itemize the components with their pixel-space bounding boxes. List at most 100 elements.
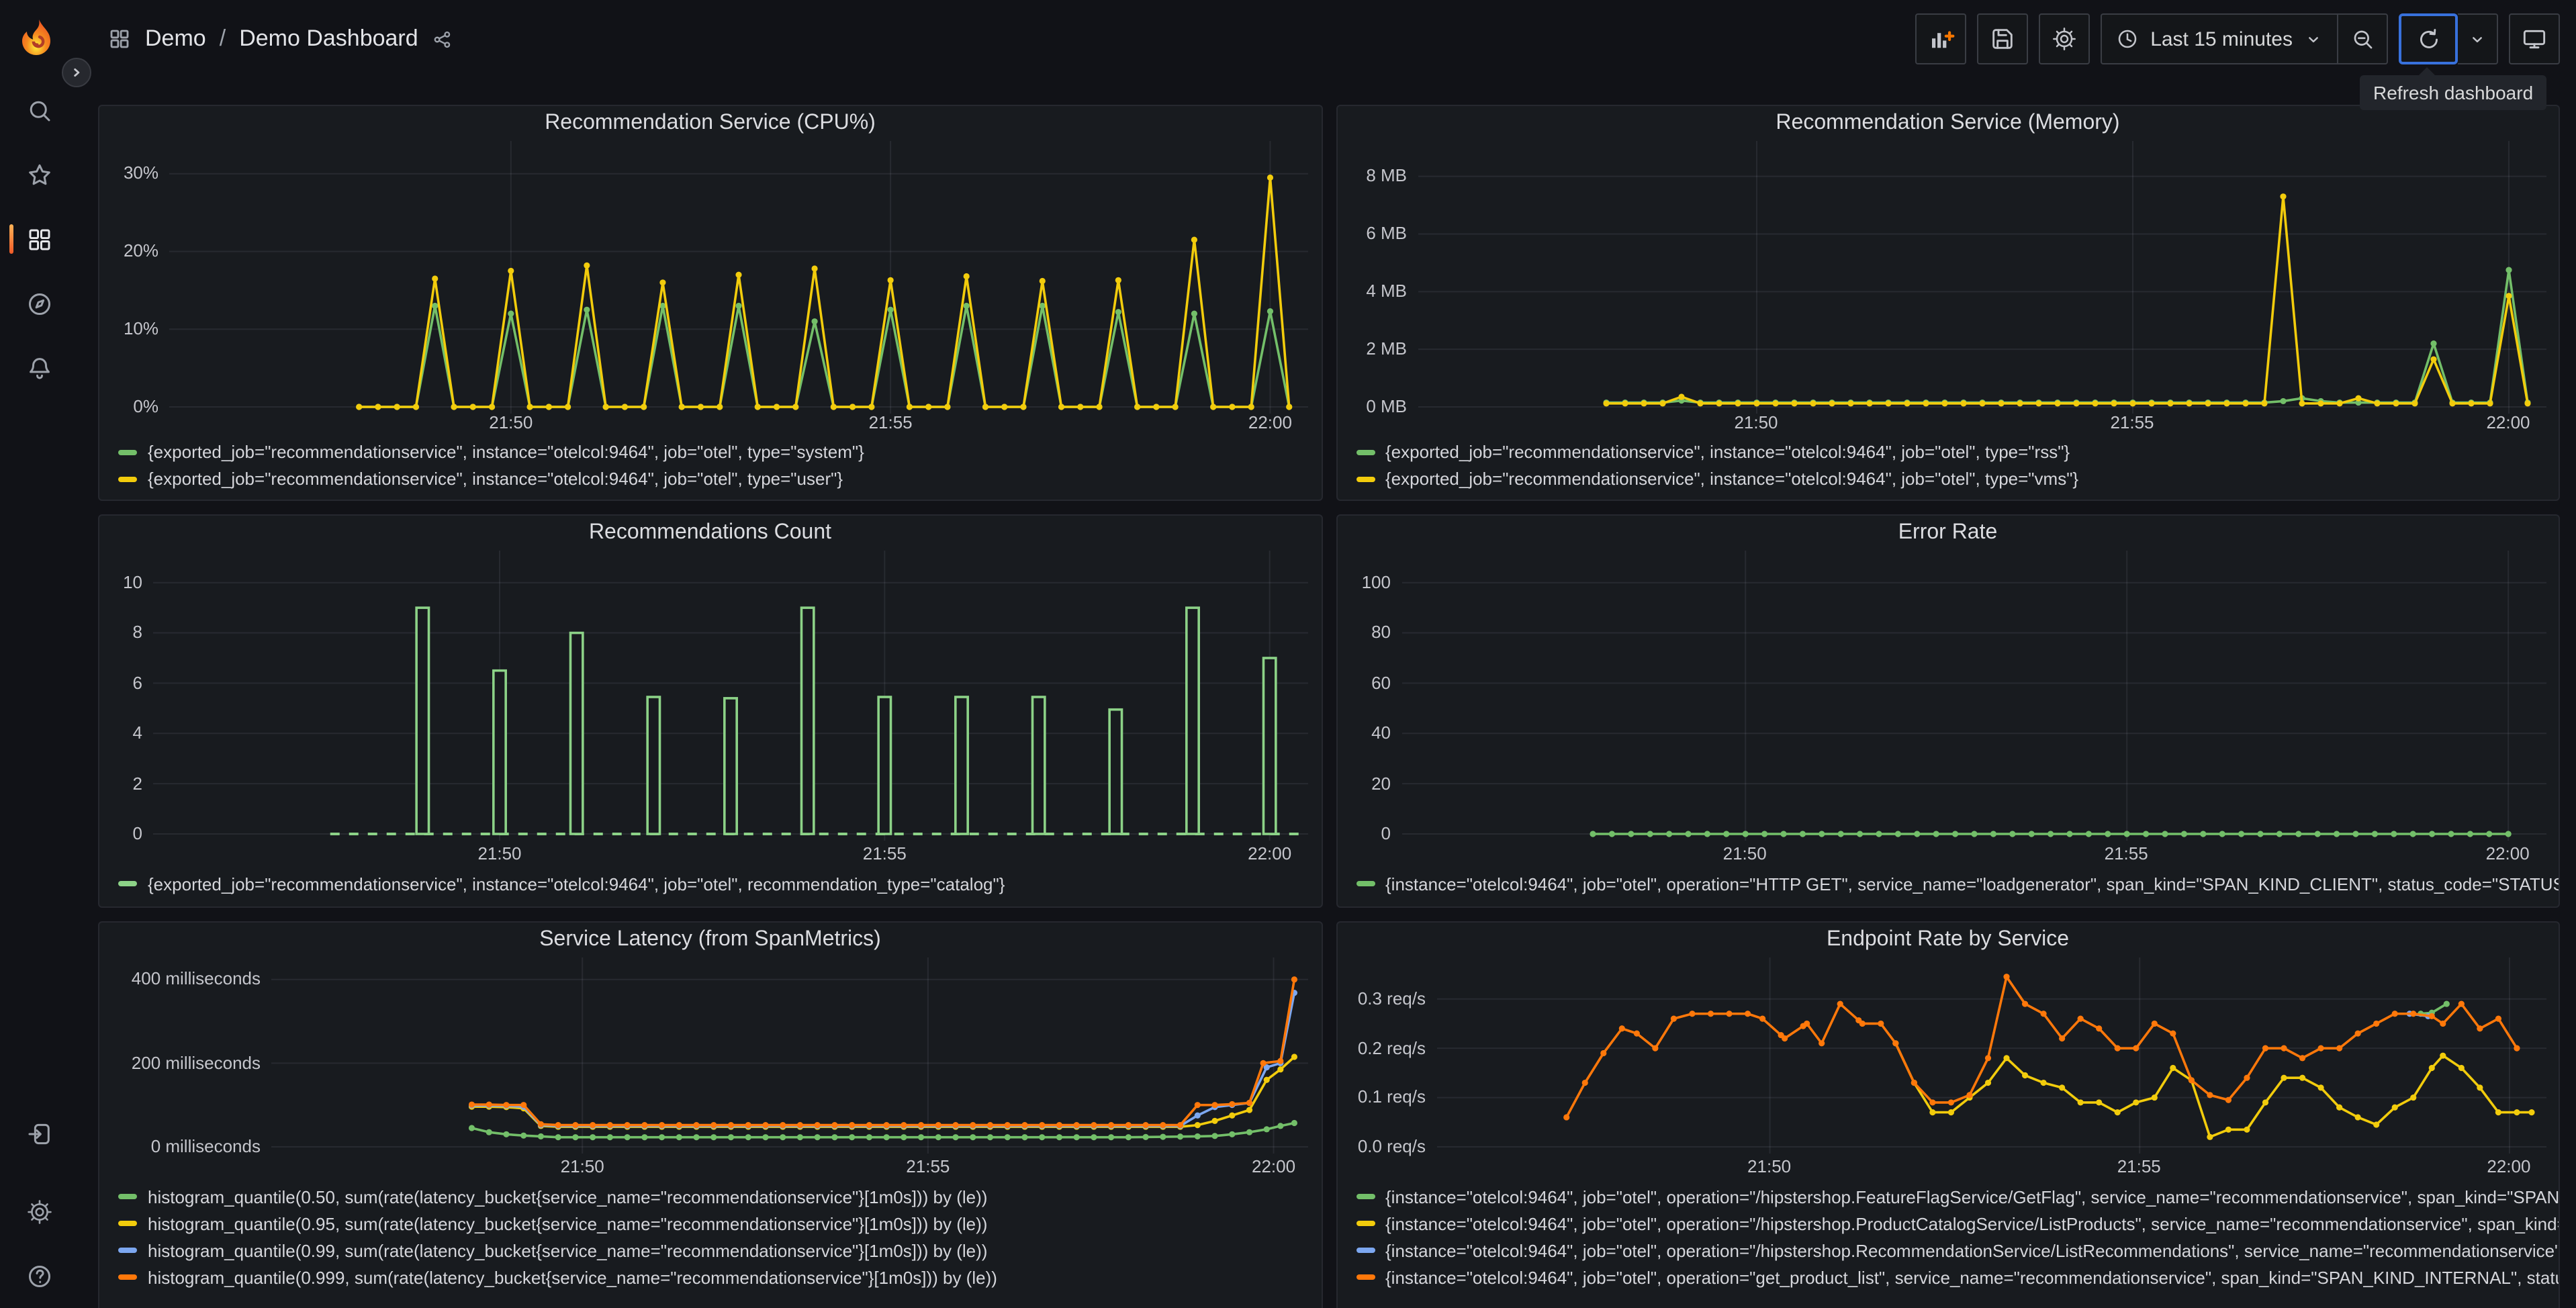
chart-plot[interactable] (271, 957, 1308, 1154)
legend-swatch (1356, 1274, 1375, 1280)
y-axis: 0% 10% 20% 30% (113, 140, 169, 416)
zoom-out-button[interactable] (2337, 13, 2388, 64)
x-axis: 21:50 21:55 22:00 (1436, 1154, 2559, 1178)
legend-label: {exported_job="recommendationservice", i… (148, 469, 843, 489)
legend-item[interactable]: {exported_job="recommendationservice", i… (1356, 465, 2550, 492)
y-tick-label: 0.1 req/s (1357, 1086, 1426, 1107)
breadcrumb-folder[interactable]: Demo (145, 26, 206, 52)
y-tick-label: 0.3 req/s (1357, 988, 1426, 1009)
save-dashboard-button[interactable] (1977, 13, 2029, 64)
panel-title[interactable]: Error Rate (1337, 516, 2559, 551)
dashboard-settings-button[interactable] (2039, 13, 2090, 64)
x-axis: 21:50 21:55 22:00 (1401, 841, 2559, 865)
chart-plot[interactable] (1418, 140, 2546, 414)
sidebar-item-help[interactable] (0, 1244, 78, 1308)
x-axis: 21:50 21:55 22:00 (169, 410, 1321, 434)
y-tick-label: 0% (133, 395, 158, 416)
sidebar-item-sign-in[interactable] (0, 1101, 78, 1166)
help-icon (28, 1264, 50, 1287)
chart-plot[interactable] (1401, 551, 2546, 841)
legend-item[interactable]: {instance="otelcol:9464", job="otel", op… (1356, 1183, 2559, 1210)
sidebar-item-explore[interactable] (0, 271, 78, 336)
panel-title[interactable]: Endpoint Rate by Service (1337, 923, 2559, 957)
x-tick-label: 22:00 (1251, 1156, 1296, 1176)
legend-item[interactable]: {exported_job="recommendationservice", i… (118, 438, 1313, 465)
sign-in-icon (28, 1123, 49, 1144)
sidebar-item-dashboards[interactable] (0, 207, 78, 271)
legend-item[interactable]: {instance="otelcol:9464", job="otel", op… (1356, 1264, 2559, 1291)
legend-item[interactable]: {exported_job="recommendationservice", i… (118, 465, 1313, 492)
panel-recommendation-service-cpu: Recommendation Service (CPU%) 0% 10% 20% 30… (98, 105, 1322, 501)
add-panel-button[interactable] (1915, 13, 1967, 64)
time-range-label: Last 15 minutes (2150, 28, 2293, 50)
y-tick-label: 4 (132, 722, 142, 743)
y-axis: 0 20 40 60 80 100 (1350, 551, 1401, 843)
x-tick-label: 21:55 (2110, 412, 2154, 432)
refresh-interval-dropdown[interactable] (2458, 13, 2498, 64)
sidebar-expand-button[interactable] (62, 58, 91, 87)
legend-label: {exported_job="recommendationservice", i… (1385, 442, 2070, 463)
active-indicator (9, 224, 13, 254)
panel-title[interactable]: Recommendations Count (99, 516, 1321, 551)
legend: {exported_job="recommendationservice", i… (99, 865, 1321, 905)
legend-label: {exported_job="recommendationservice", i… (1385, 469, 2079, 489)
chart-plot[interactable] (1436, 957, 2546, 1154)
y-tick-label: 20 (1371, 773, 1391, 794)
x-tick-label: 22:00 (2485, 843, 2530, 863)
legend-swatch (118, 1248, 137, 1253)
legend-item[interactable]: {instance="otelcol:9464", job="otel", op… (1356, 870, 2559, 897)
caret-down-icon (2473, 36, 2482, 42)
panel-endpoint-rate-by-service: Endpoint Rate by Service 0.0 req/s 0.1 re… (1336, 921, 2560, 1308)
legend-item[interactable]: {instance="otelcol:9464", job="otel", op… (1356, 1210, 2559, 1237)
legend-item[interactable]: histogram_quantile(0.999, sum(rate(laten… (118, 1264, 1313, 1291)
sidebar-item-alerting[interactable] (0, 336, 78, 400)
breadcrumb-separator: / (219, 26, 226, 51)
legend-item[interactable]: {exported_job="recommendationservice", i… (1356, 438, 2550, 465)
y-tick-label: 0.0 req/s (1357, 1136, 1426, 1156)
breadcrumb-dashboard[interactable]: Demo Dashboard (239, 26, 418, 52)
y-tick-label: 0 milliseconds (150, 1136, 261, 1156)
panel-title[interactable]: Recommendation Service (CPU%) (99, 106, 1321, 140)
time-range-picker[interactable]: Last 15 minutes (2101, 13, 2337, 64)
x-tick-label: 21:50 (477, 843, 522, 863)
y-tick-label: 0 (132, 823, 142, 843)
chart-plot[interactable] (169, 140, 1308, 414)
y-tick-label: 2 MB (1366, 338, 1407, 359)
sidebar (0, 0, 78, 1308)
x-tick-label: 21:50 (1747, 1156, 1792, 1176)
legend-item[interactable]: {instance="otelcol:9464", job="otel", op… (1356, 1237, 2559, 1264)
legend: histogram_quantile(0.50, sum(rate(latenc… (99, 1178, 1321, 1299)
dashboard-grid: Recommendation Service (CPU%) 0% 10% 20% 30… (78, 78, 2576, 1308)
sidebar-item-configuration[interactable] (0, 1179, 78, 1244)
search-icon (29, 100, 50, 121)
legend-item[interactable]: histogram_quantile(0.99, sum(rate(latenc… (118, 1237, 1313, 1264)
legend-swatch (1356, 881, 1375, 886)
panel-title[interactable]: Service Latency (from SpanMetrics) (99, 923, 1321, 957)
legend-label: {instance="otelcol:9464", job="otel", op… (1385, 1186, 2559, 1207)
sidebar-item-starred[interactable] (0, 142, 78, 207)
save-icon (1992, 29, 2013, 49)
clock-icon (2118, 30, 2137, 48)
refresh-dashboard-button[interactable] (2399, 13, 2458, 64)
y-tick-label: 30% (123, 162, 158, 183)
share-icon[interactable] (432, 28, 455, 50)
legend-item[interactable]: histogram_quantile(0.50, sum(rate(latenc… (118, 1183, 1313, 1210)
y-tick-label: 10% (123, 318, 158, 338)
y-tick-label: 100 (1361, 571, 1391, 592)
cycle-view-mode-button[interactable] (2509, 13, 2560, 64)
legend-item[interactable]: histogram_quantile(0.95, sum(rate(latenc… (118, 1210, 1313, 1237)
panel-title[interactable]: Recommendation Service (Memory) (1337, 106, 2559, 140)
breadcrumb: Demo / Demo Dashboard (107, 26, 455, 52)
chart-canvas (169, 140, 1308, 414)
y-tick-label: 80 (1371, 622, 1391, 643)
legend-item[interactable]: {exported_job="recommendationservice", i… (118, 870, 1313, 897)
legend-label: {instance="otelcol:9464", job="otel", op… (1385, 1267, 2559, 1287)
chart-plot[interactable] (153, 551, 1308, 841)
gear-icon (2053, 28, 2076, 50)
legend-label: {instance="otelcol:9464", job="otel", op… (1385, 1240, 2559, 1260)
sidebar-item-search[interactable] (0, 78, 78, 142)
legend-label: histogram_quantile(0.999, sum(rate(laten… (148, 1267, 997, 1287)
legend-swatch (1356, 1248, 1375, 1253)
grafana-app: Demo / Demo Dashboard Last 15 minutes Re… (0, 0, 2576, 1308)
y-axis: 0 milliseconds 200 milliseconds 400 millis… (113, 957, 271, 1156)
